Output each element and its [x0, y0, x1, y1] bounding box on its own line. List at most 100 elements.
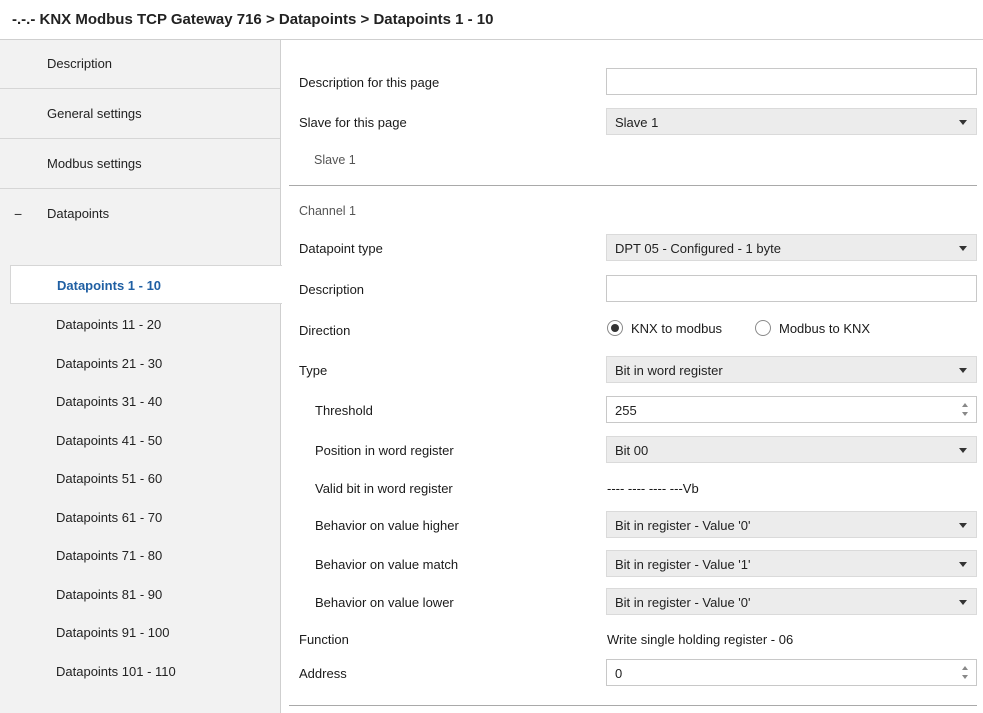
row-valid-bit: Valid bit in word register ---- ---- ---…: [281, 471, 983, 507]
sidebar-item-general-settings[interactable]: General settings: [0, 90, 280, 139]
spinner-icon[interactable]: [962, 664, 970, 682]
sidebar-item-label: Datapoints 101 - 110: [56, 664, 176, 679]
page-description-input[interactable]: [606, 68, 977, 95]
sidebar-item-label: Description: [47, 56, 113, 71]
sidebar: Description General settings Modbus sett…: [0, 40, 282, 713]
row-threshold: Threshold 255: [281, 393, 983, 429]
chevron-down-icon: [959, 600, 967, 605]
radio-knx-to-modbus[interactable]: [607, 320, 623, 336]
field-label: Valid bit in word register: [315, 481, 453, 496]
sidebar-item-label: Datapoints 91 - 100: [56, 625, 170, 640]
row-direction: Direction KNX to modbus Modbus to KNX: [281, 313, 983, 349]
chevron-down-icon: [959, 523, 967, 528]
row-slave: Slave for this page Slave 1: [281, 105, 983, 141]
select-value: Bit in register - Value '0': [615, 518, 751, 533]
sidebar-item-label: Datapoints 1 - 10: [57, 278, 162, 293]
sidebar-item-description[interactable]: Description: [0, 40, 280, 89]
sidebar-item-label: Datapoints 51 - 60: [56, 471, 163, 486]
channel-heading: Channel 1: [299, 204, 356, 218]
sidebar-item-label: Datapoints 11 - 20: [56, 317, 162, 332]
select-value: Bit in register - Value '1': [615, 557, 751, 572]
field-label: Behavior on value higher: [315, 518, 459, 533]
sidebar-subitem-datapoints-51-60[interactable]: Datapoints 51 - 60: [10, 459, 280, 498]
field-label: Behavior on value match: [315, 557, 459, 572]
channel-description-input[interactable]: [606, 275, 977, 302]
field-label: Type: [299, 363, 328, 378]
sidebar-item-datapoints[interactable]: − Datapoints: [0, 190, 280, 260]
sidebar-subitem-datapoints-71-80[interactable]: Datapoints 71 - 80: [10, 536, 280, 575]
datapoint-type-select[interactable]: DPT 05 - Configured - 1 byte: [606, 234, 977, 261]
radio-label[interactable]: Modbus to KNX: [779, 321, 870, 336]
behavior-match-select[interactable]: Bit in register - Value '1': [606, 550, 977, 577]
row-datapoint-type: Datapoint type DPT 05 - Configured - 1 b…: [281, 231, 983, 267]
row-behavior-higher: Behavior on value higher Bit in register…: [281, 508, 983, 544]
collapse-icon[interactable]: −: [14, 206, 22, 222]
slave-select[interactable]: Slave 1: [606, 108, 977, 135]
position-select[interactable]: Bit 00: [606, 436, 977, 463]
sidebar-item-label: Datapoints 41 - 50: [56, 433, 163, 448]
sidebar-subitem-datapoints-21-30[interactable]: Datapoints 21 - 30: [10, 344, 280, 383]
sidebar-subitem-datapoints-11-20[interactable]: Datapoints 11 - 20: [10, 305, 280, 344]
sidebar-item-label: Datapoints 21 - 30: [56, 356, 163, 371]
chevron-down-icon: [959, 448, 967, 453]
row-behavior-match: Behavior on value match Bit in register …: [281, 547, 983, 583]
field-label: Direction: [299, 323, 351, 338]
sidebar-subitem-datapoints-81-90[interactable]: Datapoints 81 - 90: [10, 575, 280, 614]
radio-modbus-to-knx[interactable]: [755, 320, 771, 336]
field-label: Behavior on value lower: [315, 595, 454, 610]
row-function: Function Write single holding register -…: [281, 622, 983, 658]
sidebar-subitem-datapoints-1-10[interactable]: Datapoints 1 - 10: [10, 265, 282, 304]
title-bar: -.-.- KNX Modbus TCP Gateway 716 > Datap…: [0, 0, 983, 40]
sidebar-subitem-datapoints-31-40[interactable]: Datapoints 31 - 40: [10, 382, 280, 421]
sidebar-subitem-datapoints-41-50[interactable]: Datapoints 41 - 50: [10, 421, 280, 460]
spinner-icon[interactable]: [962, 401, 970, 419]
type-select[interactable]: Bit in word register: [606, 356, 977, 383]
sidebar-item-label: Datapoints 81 - 90: [56, 587, 163, 602]
row-position: Position in word register Bit 00: [281, 433, 983, 469]
select-value: Bit 00: [615, 443, 649, 458]
select-value: Slave 1: [615, 115, 659, 130]
sidebar-item-label: Datapoints 61 - 70: [56, 510, 163, 525]
field-label: Datapoint type: [299, 241, 383, 256]
row-address: Address 0: [281, 656, 983, 692]
chevron-down-icon: [959, 246, 967, 251]
radio-label[interactable]: KNX to modbus: [631, 321, 722, 336]
field-label: Function: [299, 632, 349, 647]
row-behavior-lower: Behavior on value lower Bit in register …: [281, 585, 983, 621]
behavior-higher-select[interactable]: Bit in register - Value '0': [606, 511, 977, 538]
page-title: -.-.- KNX Modbus TCP Gateway 716 > Datap…: [12, 11, 494, 28]
sidebar-subitem-datapoints-91-100[interactable]: Datapoints 91 - 100: [10, 613, 280, 652]
parameter-panel: Description for this page Slave for this…: [281, 40, 983, 713]
field-label: Threshold: [315, 403, 373, 418]
function-value: Write single holding register - 06: [607, 632, 794, 647]
select-value: Bit in register - Value '0': [615, 595, 751, 610]
divider: [289, 185, 977, 186]
sidebar-subitem-datapoints-61-70[interactable]: Datapoints 61 - 70: [10, 498, 280, 537]
field-label: Address: [299, 666, 347, 681]
slave-info-text: Slave 1: [314, 153, 356, 167]
sidebar-item-label: Modbus settings: [47, 156, 142, 171]
field-label: Description: [299, 282, 365, 297]
select-value: DPT 05 - Configured - 1 byte: [615, 241, 781, 256]
select-value: Bit in word register: [615, 363, 723, 378]
row-type: Type Bit in word register: [281, 353, 983, 389]
sidebar-item-label: Datapoints 31 - 40: [56, 394, 163, 409]
field-label: Description for this page: [299, 75, 440, 90]
field-label: Position in word register: [315, 443, 454, 458]
field-value: 255: [615, 403, 637, 418]
sidebar-item-label: Datapoints 71 - 80: [56, 548, 163, 563]
chevron-down-icon: [959, 120, 967, 125]
valid-bit-value: ---- ---- ---- ---Vb: [607, 481, 699, 496]
chevron-down-icon: [959, 562, 967, 567]
field-value: 0: [615, 666, 623, 681]
sidebar-subitem-datapoints-101-110[interactable]: Datapoints 101 - 110: [10, 652, 280, 691]
behavior-lower-select[interactable]: Bit in register - Value '0': [606, 588, 977, 615]
row-page-description: Description for this page: [281, 65, 983, 101]
threshold-spinbox[interactable]: 255: [606, 396, 977, 423]
sidebar-item-modbus-settings[interactable]: Modbus settings: [0, 140, 280, 189]
chevron-down-icon: [959, 368, 967, 373]
row-description: Description: [281, 272, 983, 308]
sidebar-item-label: General settings: [47, 106, 142, 121]
address-spinbox[interactable]: 0: [606, 659, 977, 686]
field-label: Slave for this page: [299, 115, 407, 130]
